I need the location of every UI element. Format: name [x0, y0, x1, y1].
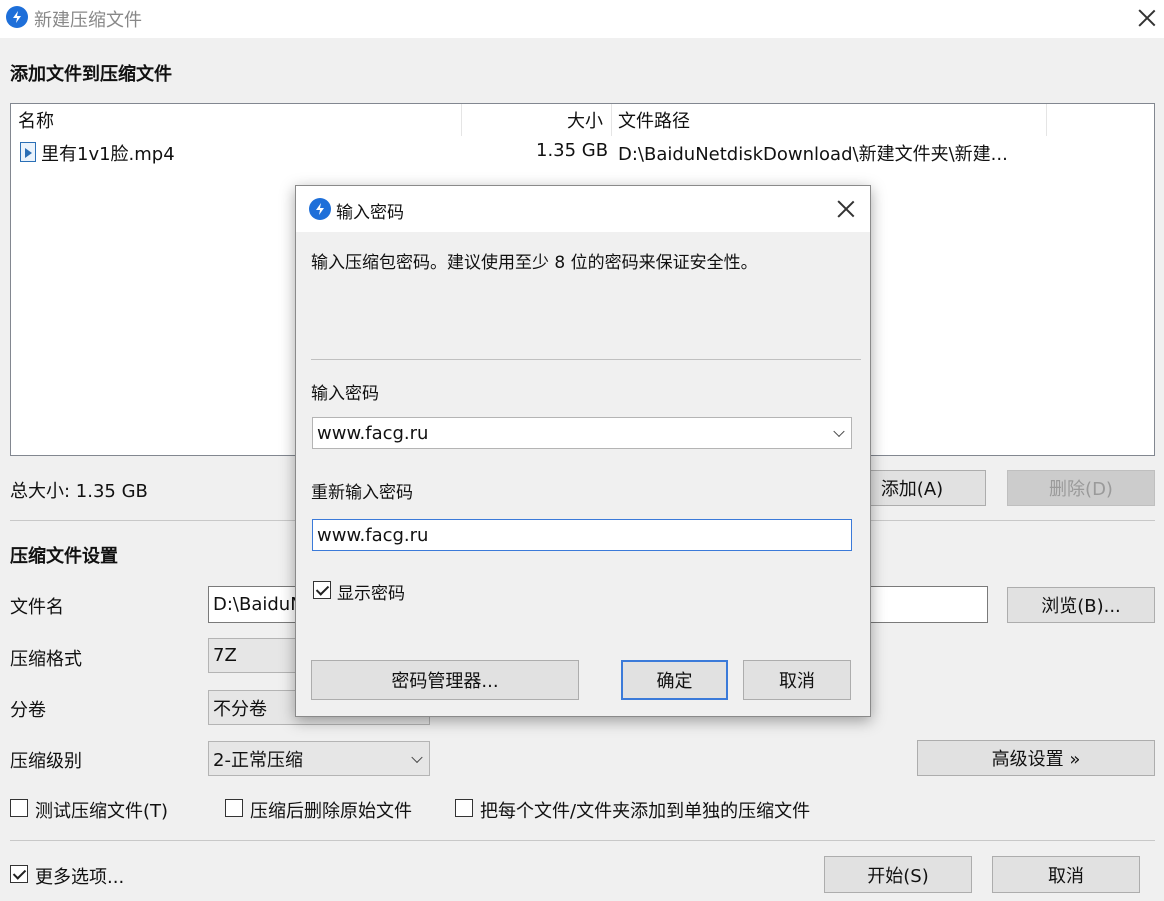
delete-source-label[interactable]: 压缩后删除原始文件: [250, 797, 412, 823]
dialog-description: 输入压缩包密码。建议使用至少 8 位的密码来保证安全性。: [311, 253, 758, 273]
delete-source-checkbox[interactable]: [225, 799, 243, 817]
column-header-path[interactable]: 文件路径: [618, 104, 690, 136]
app-logo-icon: [6, 6, 28, 28]
confirm-password-label: 重新输入密码: [311, 483, 413, 503]
show-password-label[interactable]: 显示密码: [337, 579, 405, 604]
title-bar: 新建压缩文件: [0, 0, 1164, 38]
filename-label: 文件名: [10, 597, 64, 618]
column-header-name[interactable]: 名称: [18, 104, 54, 136]
start-button[interactable]: 开始(S): [824, 856, 972, 893]
delete-button[interactable]: 删除(D): [1007, 470, 1155, 506]
password-input[interactable]: www.facg.ru: [312, 417, 852, 449]
volume-value: 不分卷: [213, 698, 267, 720]
window-close-icon[interactable]: [1138, 9, 1156, 27]
level-label: 压缩级别: [10, 751, 82, 772]
password-value: www.facg.ru: [317, 422, 429, 444]
browse-button[interactable]: 浏览(B)...: [1007, 587, 1155, 623]
app-logo-icon: [309, 198, 331, 220]
cancel-button[interactable]: 取消: [992, 856, 1140, 893]
dialog-title: 输入密码: [336, 203, 404, 223]
separate-archives-checkbox[interactable]: [455, 799, 473, 817]
format-label: 压缩格式: [10, 649, 82, 670]
window-title: 新建压缩文件: [34, 10, 142, 31]
more-options-checkbox[interactable]: [10, 865, 28, 883]
chevron-down-icon[interactable]: [833, 425, 845, 438]
chevron-down-icon: [411, 751, 423, 763]
volume-label: 分卷: [10, 700, 46, 721]
section-settings-heading: 压缩文件设置: [10, 546, 118, 567]
video-file-icon: [20, 142, 36, 162]
ok-button[interactable]: 确定: [621, 660, 728, 700]
advanced-settings-button[interactable]: 高级设置 »: [917, 740, 1155, 776]
divider: [311, 359, 861, 360]
format-value: 7Z: [213, 645, 237, 666]
password-label: 输入密码: [311, 384, 379, 404]
file-size: 1.35 GB: [536, 140, 609, 161]
divider: [10, 840, 1155, 841]
separate-archives-label[interactable]: 把每个文件/文件夹添加到单独的压缩文件: [480, 797, 810, 823]
column-header-size[interactable]: 大小: [567, 104, 603, 136]
dialog-cancel-button[interactable]: 取消: [743, 660, 851, 700]
table-row[interactable]: 里有1v1脸.mp4 1.35 GB D:\BaiduNetdiskDownlo…: [11, 137, 1154, 167]
test-archive-label[interactable]: 测试压缩文件(T): [35, 797, 168, 823]
password-dialog: 输入密码 输入压缩包密码。建议使用至少 8 位的密码来保证安全性。 输入密码 w…: [295, 185, 871, 717]
confirm-password-input[interactable]: www.facg.ru: [312, 519, 852, 551]
level-select[interactable]: 2-正常压缩: [208, 741, 430, 776]
show-password-checkbox[interactable]: [313, 581, 331, 599]
level-value: 2-正常压缩: [213, 749, 303, 771]
test-archive-checkbox[interactable]: [10, 799, 28, 817]
section-add-heading: 添加文件到压缩文件: [10, 64, 172, 85]
file-name: 里有1v1脸.mp4: [41, 144, 175, 165]
dialog-title-bar: 输入密码: [296, 186, 870, 232]
file-path: D:\BaiduNetdiskDownload\新建文件夹\新建...: [618, 144, 1008, 165]
total-size: 总大小: 1.35 GB: [10, 481, 148, 502]
password-manager-button[interactable]: 密码管理器...: [311, 660, 579, 700]
dialog-close-icon[interactable]: [837, 200, 855, 218]
more-options-label[interactable]: 更多选项...: [35, 863, 124, 889]
